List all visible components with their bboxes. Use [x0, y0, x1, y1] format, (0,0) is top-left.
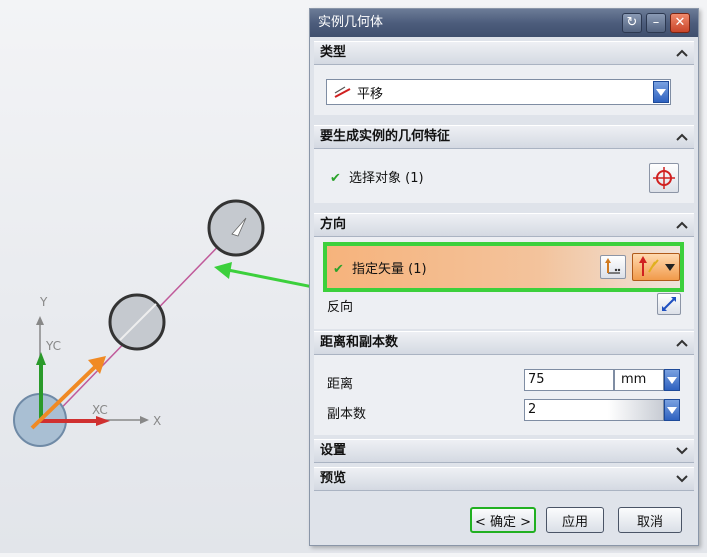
reverse-direction-button[interactable] [657, 293, 681, 315]
collapse-chevron-icon[interactable] [674, 45, 690, 61]
reverse-label: 反向 [327, 300, 354, 315]
section-title-settings: 设置 [320, 443, 347, 458]
dialog-titlebar[interactable]: 实例几何体 ↻ – ✕ [310, 9, 698, 37]
section-title-distance: 距离和副本数 [320, 335, 399, 350]
callout-arrow [227, 268, 319, 290]
check-icon: ✔ [330, 171, 341, 186]
select-object-row[interactable]: ✔ 选择对象 (1) [330, 167, 424, 186]
select-object-label: 选择对象 (1) [349, 171, 424, 186]
translate-icon [334, 86, 351, 98]
y-axis-label: Y [39, 295, 48, 309]
distance-unit: mm [621, 372, 647, 387]
type-select[interactable]: 平移 [326, 79, 671, 105]
section-title-direction: 方向 [320, 217, 347, 232]
collapse-chevron-icon[interactable] [674, 129, 690, 145]
expand-chevron-icon[interactable] [674, 443, 690, 459]
copies-spin-icon[interactable] [664, 399, 680, 421]
vector-inference-dropdown[interactable] [632, 253, 680, 281]
dialog-title: 实例几何体 [318, 15, 384, 30]
type-select-value: 平移 [357, 87, 384, 102]
apply-button[interactable]: 应用 [546, 507, 604, 533]
xc-axis-label: XC [92, 403, 108, 417]
copies-label: 副本数 [327, 407, 367, 422]
section-title-type: 类型 [320, 45, 347, 60]
section-title-features: 要生成实例的几何特征 [320, 129, 451, 144]
collapse-chevron-icon[interactable] [674, 335, 690, 351]
crosshair-icon [653, 167, 675, 189]
section-header-distance[interactable]: 距离和副本数 [314, 331, 694, 355]
select-object-button[interactable] [649, 163, 679, 193]
section-header-preview[interactable]: 预览 [314, 467, 694, 491]
x-axis-label: X [153, 414, 161, 428]
minimize-icon[interactable]: – [646, 13, 666, 33]
reverse-direction-icon [662, 297, 676, 311]
vector-dialog-button[interactable] [600, 255, 626, 279]
section-header-features[interactable]: 要生成实例的几何特征 [314, 125, 694, 149]
copies-input[interactable]: 2 [524, 399, 664, 421]
yc-axis-label: YC [45, 339, 61, 353]
distance-unit-select[interactable]: mm [614, 369, 664, 391]
section-header-type[interactable]: 类型 [314, 41, 694, 65]
instance-geometry-dialog: 实例几何体 ↻ – ✕ 类型 平移 要生成实例的几何特征 ✔ 选择对象 (1) [309, 8, 699, 546]
specify-vector-label: 指定矢量 (1) [352, 262, 427, 277]
distance-input[interactable]: 75 [524, 369, 614, 391]
reset-icon[interactable]: ↻ [622, 13, 642, 33]
viewport-canvas: Y YC XC X [13, 199, 319, 447]
graphics-viewport[interactable]: Y YC XC X [0, 0, 319, 553]
inferred-vector-icon [639, 256, 659, 276]
cancel-button[interactable]: 取消 [618, 507, 682, 533]
chevron-down-icon[interactable] [653, 81, 669, 103]
section-title-preview: 预览 [320, 471, 347, 486]
vector-constructor-icon [605, 258, 621, 274]
specify-vector-row[interactable]: ✔ 指定矢量 (1) [323, 242, 684, 292]
section-body-distance [314, 355, 694, 435]
ok-button[interactable]: < 确定 > [470, 507, 536, 533]
section-header-direction[interactable]: 方向 [314, 213, 694, 237]
instance-circle-2 [207, 199, 265, 257]
expand-chevron-icon[interactable] [674, 471, 690, 487]
chevron-down-icon [665, 263, 675, 271]
close-icon[interactable]: ✕ [670, 13, 690, 33]
unit-dropdown-icon[interactable] [664, 369, 680, 391]
collapse-chevron-icon[interactable] [674, 217, 690, 233]
section-header-settings[interactable]: 设置 [314, 439, 694, 463]
distance-label: 距离 [327, 377, 354, 392]
check-icon: ✔ [333, 262, 344, 277]
